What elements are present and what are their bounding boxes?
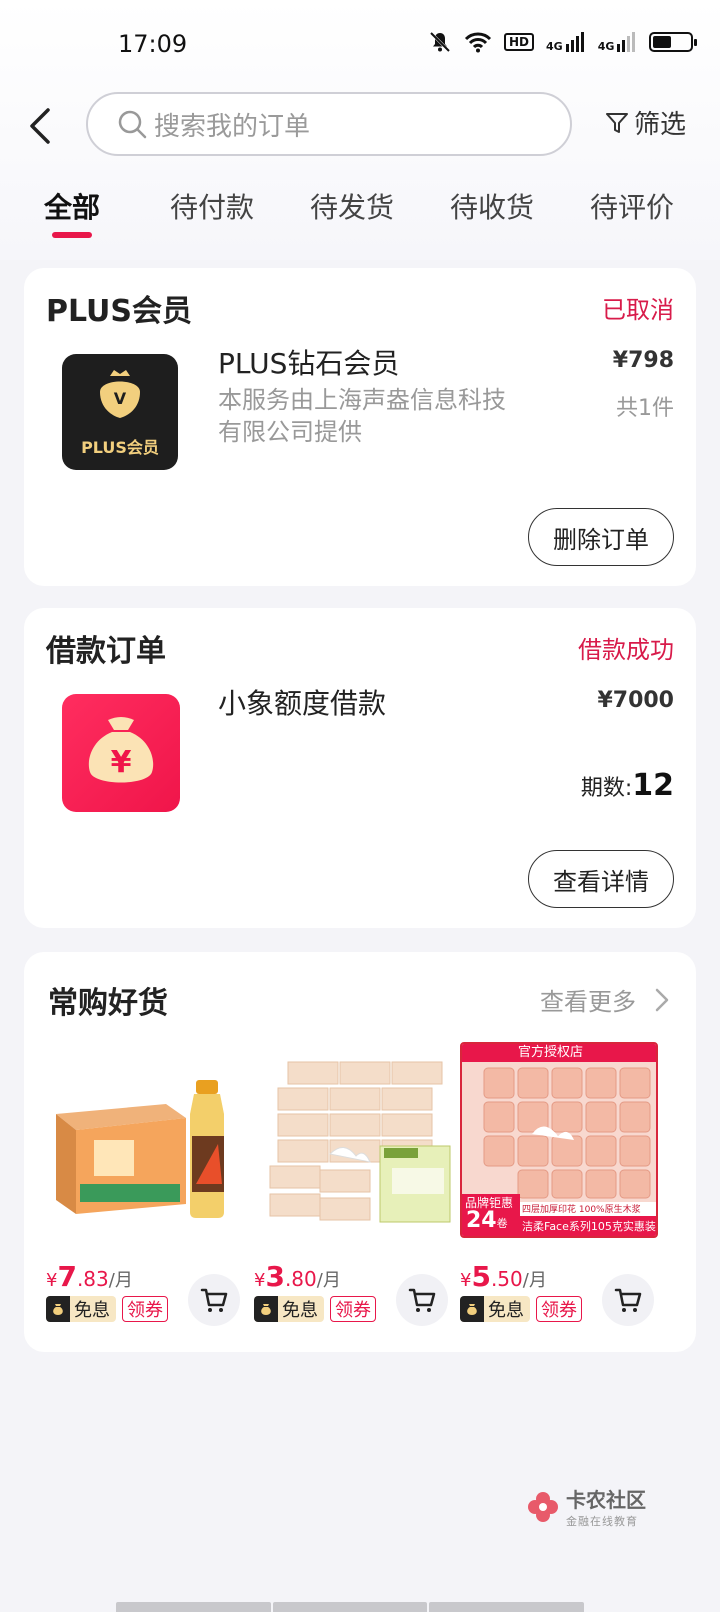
coupon-tag[interactable]: 领券: [536, 1296, 582, 1322]
roll-count: 24卷: [466, 1208, 508, 1233]
roll-subcaption: 四层加厚印花 100%原生木浆: [522, 1205, 641, 1215]
watermark: 卡农社区 金融在线教育: [526, 1484, 646, 1529]
product-image-tea[interactable]: [46, 1044, 242, 1240]
coupon-tag[interactable]: 领券: [122, 1296, 168, 1322]
official-store-banner: 官方授权店: [518, 1045, 584, 1060]
hd-icon: HD: [504, 33, 535, 51]
product-tags: 免息 领券: [254, 1296, 376, 1322]
periods-label: 期数:: [580, 776, 633, 801]
product-tags: 免息 领券: [46, 1296, 168, 1322]
order-section-title: PLUS会员: [46, 294, 193, 329]
loan-thumbnail: ¥: [62, 694, 180, 812]
signal-bars-icon: [565, 32, 584, 52]
search-icon: [118, 110, 147, 139]
mute-bell-icon: [429, 31, 451, 53]
order-status: 已取消: [602, 296, 674, 324]
wifi-icon: [464, 32, 492, 53]
cart-icon: [614, 1288, 642, 1312]
tab-all[interactable]: 全部: [44, 186, 100, 226]
order-tabs: 全部 待付款 待发货 待收货 待评价: [0, 186, 720, 246]
gold-bag-icon: [46, 1296, 70, 1322]
tissue-product-image: [269, 1061, 451, 1223]
loan-amount: ¥7000: [597, 688, 674, 713]
tea-product-image: [56, 1080, 224, 1218]
filter-icon: [606, 112, 628, 133]
roll-caption: 洁柔Face系列105克实惠装: [522, 1220, 656, 1233]
product-image-tissue[interactable]: [260, 1044, 456, 1240]
plus-thumb-label: PLUS会员: [81, 438, 159, 457]
gold-bag-icon: [254, 1296, 278, 1322]
filter-label: 筛选: [634, 110, 687, 140]
see-more-link[interactable]: 查看更多: [540, 982, 674, 1017]
back-button[interactable]: [24, 104, 60, 148]
view-details-button[interactable]: 查看详情: [528, 850, 674, 908]
periods-value: 12: [632, 768, 674, 803]
watermark-main: 卡农社区: [566, 1488, 646, 1512]
signal-1: 4G: [546, 32, 586, 52]
see-more-label: 查看更多: [540, 988, 636, 1016]
product-price: ¥3.80/月: [254, 1260, 341, 1293]
plus-badge-icon: V: [100, 370, 140, 418]
tab-pending-receipt[interactable]: 待收货: [450, 186, 534, 226]
plus-badge-letter: V: [114, 389, 127, 408]
battery-icon: [649, 32, 698, 52]
signal-bars-weak-icon: [617, 32, 636, 52]
product-image-rolls[interactable]: 官方授权店 品牌钜惠 24卷 四层加厚印花 100%原生木浆 洁柔Face系列1…: [460, 1042, 658, 1238]
cart-icon: [200, 1288, 228, 1312]
order-status: 借款成功: [578, 636, 674, 664]
product-description: 本服务由上海声盎信息科技 有限公司提供: [218, 384, 506, 448]
tab-pending-review[interactable]: 待评价: [590, 186, 674, 226]
loan-periods: 期数: 12: [581, 768, 674, 803]
product-price: ¥7.83/月: [46, 1260, 133, 1293]
flower-logo-icon: [528, 1491, 558, 1522]
tab-pending-payment[interactable]: 待付款: [170, 186, 254, 226]
gold-bag-icon: [460, 1296, 484, 1322]
recommend-title: 常购好货: [48, 986, 168, 1021]
recommend-card: 常购好货 查看更多 ¥7.83/月 免息 领券 ¥3.80/月 免息 领券 官方…: [24, 952, 696, 1352]
yuan-symbol: ¥: [111, 745, 132, 780]
description-line-1: 本服务由上海声盎信息科技: [218, 386, 506, 414]
interest-free-tag: 免息: [46, 1296, 116, 1322]
add-to-cart-button[interactable]: [602, 1274, 654, 1326]
cart-icon: [408, 1288, 436, 1312]
coupon-tag[interactable]: 领券: [330, 1296, 376, 1322]
gesture-bar[interactable]: [116, 1602, 585, 1612]
product-name: PLUS钻石会员: [218, 347, 400, 380]
add-to-cart-button[interactable]: [188, 1274, 240, 1326]
status-time: 17:09: [118, 30, 188, 58]
delete-order-button[interactable]: 删除订单: [528, 508, 674, 566]
filter-button[interactable]: 筛选: [604, 104, 686, 141]
active-tab-indicator: [52, 232, 92, 238]
order-price: ¥798: [612, 348, 674, 373]
product-price: ¥5.50/月: [460, 1260, 547, 1293]
chevron-left-icon: [30, 108, 50, 144]
order-section-title: 借款订单: [46, 634, 166, 669]
product-tags: 免息 领券: [460, 1296, 582, 1322]
product-name: 小象额度借款: [218, 687, 387, 720]
plus-member-thumbnail: V PLUS会员: [62, 354, 178, 470]
watermark-sub: 金融在线教育: [566, 1515, 638, 1528]
interest-free-tag: 免息: [460, 1296, 530, 1322]
order-quantity: 共1件: [616, 396, 674, 421]
signal-2: 4G: [598, 32, 638, 52]
tab-pending-shipment[interactable]: 待发货: [310, 186, 394, 226]
description-line-2: 有限公司提供: [218, 418, 362, 446]
interest-free-tag: 免息: [254, 1296, 324, 1322]
watermark-text: 卡农社区 金融在线教育: [566, 1484, 646, 1529]
chevron-right-icon: [655, 988, 669, 1011]
status-icons: HD 4G 4G: [428, 30, 698, 54]
order-card-plus[interactable]: PLUS会员 已取消 V PLUS会员 PLUS钻石会员 本服务由上海声盎信息科…: [24, 268, 696, 586]
search-placeholder: 搜索我的订单: [154, 111, 311, 142]
order-card-loan[interactable]: 借款订单 借款成功 ¥ 小象额度借款 ¥7000 期数: 12 查看详情: [24, 608, 696, 928]
add-to-cart-button[interactable]: [396, 1274, 448, 1326]
search-input[interactable]: 搜索我的订单: [86, 92, 572, 156]
money-bag-icon: ¥: [88, 717, 154, 783]
